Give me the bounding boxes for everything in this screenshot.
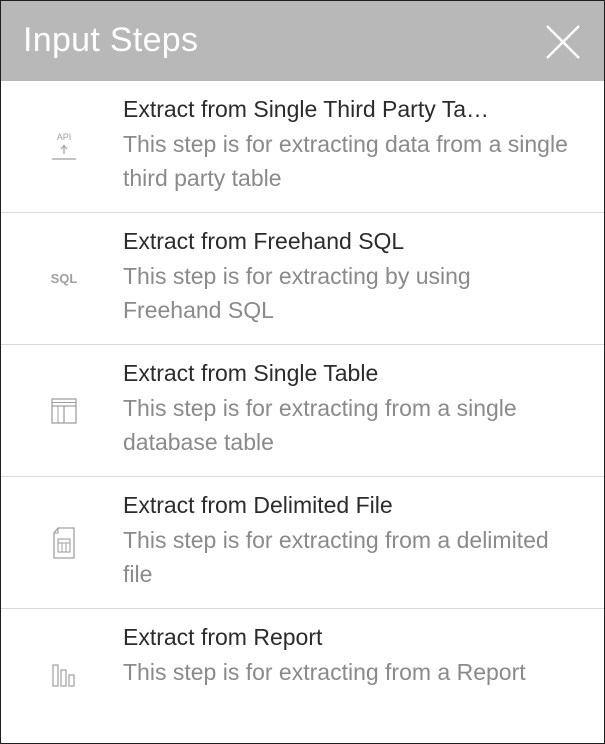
step-title: Extract from Single Table — [123, 360, 379, 386]
report-icon — [52, 663, 75, 687]
step-description: This step is for extracting from a delim… — [123, 527, 549, 587]
step-description: This step is for extracting from a singl… — [123, 395, 517, 455]
step-title: Extract from Report — [123, 624, 323, 650]
table-icon-wrap — [41, 345, 87, 476]
step-item-report[interactable]: Extract from Report This step is for ext… — [1, 609, 604, 740]
step-item-delimited-file[interactable]: Extract from Delimited File This step is… — [1, 477, 604, 609]
api-icon-wrap: API — [41, 81, 87, 212]
step-item-freehand-sql[interactable]: SQL Extract from Freehand SQL This step … — [1, 213, 604, 345]
sql-icon: SQL — [50, 271, 78, 286]
step-description: This step is for extracting by using Fre… — [123, 263, 471, 323]
step-description: This step is for extracting data from a … — [123, 131, 568, 191]
step-title: Extract from Freehand SQL — [123, 228, 405, 254]
close-icon — [546, 25, 580, 59]
delimited-file-icon-wrap — [41, 477, 87, 608]
input-steps-panel: Input Steps API Extract from Single Thir… — [0, 0, 605, 744]
step-item-third-party[interactable]: API Extract from Single Third Party Ta… … — [1, 81, 604, 213]
sql-icon-wrap: SQL — [41, 213, 87, 344]
api-icon: API — [52, 132, 76, 160]
delimited-file-icon — [53, 526, 75, 559]
step-description: This step is for extracting from a Repor… — [123, 659, 526, 685]
svg-text:API: API — [57, 132, 72, 142]
steps-list: API Extract from Single Third Party Ta… … — [1, 81, 604, 740]
panel-header: Input Steps — [1, 1, 604, 81]
table-icon — [51, 397, 77, 424]
step-title: Extract from Single Third Party Ta… — [123, 96, 490, 122]
step-title: Extract from Delimited File — [123, 492, 393, 518]
step-item-single-table[interactable]: Extract from Single Table This step is f… — [1, 345, 604, 477]
close-button[interactable] — [544, 23, 582, 61]
report-icon-wrap — [41, 609, 87, 740]
panel-title: Input Steps — [23, 21, 199, 59]
